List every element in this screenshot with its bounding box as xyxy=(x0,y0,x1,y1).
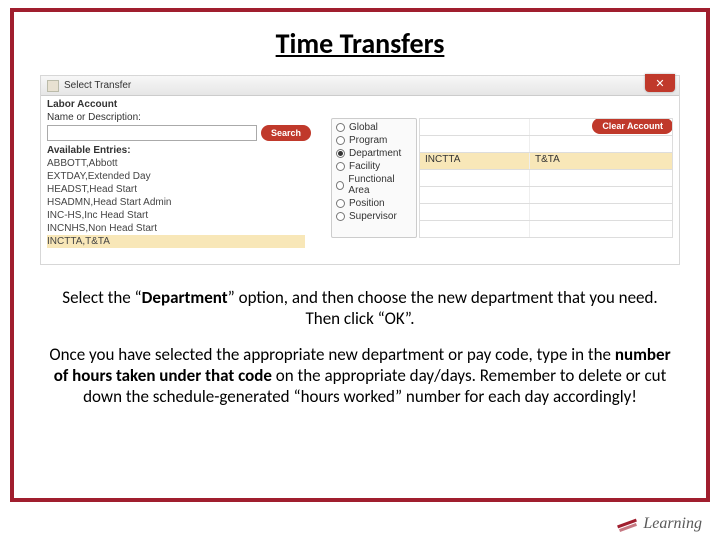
table-row-selected[interactable]: INCTTAT&TA xyxy=(419,153,673,170)
instructions: Select the “Department” option, and then… xyxy=(48,287,672,407)
select-transfer-dialog: Select Transfer ✕ Labor Account Name or … xyxy=(40,75,680,265)
entry-list: ABBOTT,Abbott EXTDAY,Extended Day HEADST… xyxy=(41,157,311,248)
search-input[interactable] xyxy=(47,125,257,141)
radio-functional-area[interactable]: Functional Area xyxy=(332,173,416,197)
section-label: Labor Account xyxy=(41,96,679,111)
instruction-paragraph: Select the “Department” option, and then… xyxy=(48,287,672,330)
radio-facility[interactable]: Facility xyxy=(332,160,416,173)
search-button[interactable]: Search xyxy=(261,125,311,141)
radio-program[interactable]: Program xyxy=(332,134,416,147)
page-title: Time Transfers xyxy=(14,26,706,61)
dialog-title: Select Transfer xyxy=(64,80,131,91)
list-item-selected[interactable]: INCTTA,T&TA xyxy=(47,235,305,248)
radio-supervisor[interactable]: Supervisor xyxy=(332,210,416,223)
radio-icon xyxy=(336,162,345,171)
slide-frame: Time Transfers Select Transfer ✕ Labor A… xyxy=(10,8,710,502)
close-icon: ✕ xyxy=(655,77,664,90)
radio-icon xyxy=(336,149,345,158)
table-row xyxy=(419,204,673,221)
dialog-body: Labor Account Name or Description: Searc… xyxy=(41,96,679,266)
list-item[interactable]: HSADMN,Head Start Admin xyxy=(47,196,305,209)
radio-icon xyxy=(336,199,345,208)
logo-text: Learning xyxy=(643,515,702,533)
table-row xyxy=(419,118,673,136)
radio-global[interactable]: Global xyxy=(332,121,416,134)
list-item[interactable]: EXTDAY,Extended Day xyxy=(47,170,305,183)
category-radio-panel: Global Program Department Facility Funct… xyxy=(331,118,417,238)
result-grid: INCTTAT&TA xyxy=(419,118,673,238)
list-item[interactable]: HEADST,Head Start xyxy=(47,183,305,196)
radio-icon xyxy=(336,181,344,190)
list-item[interactable]: ABBOTT,Abbott xyxy=(47,157,305,170)
logo-mark-icon xyxy=(615,514,639,534)
radio-icon xyxy=(336,136,345,145)
radio-icon xyxy=(336,212,345,221)
table-row xyxy=(419,136,673,153)
table-row xyxy=(419,170,673,187)
footer-logo: Learning xyxy=(615,514,702,534)
list-item[interactable]: INCNHS,Non Head Start xyxy=(47,222,305,235)
app-icon xyxy=(47,80,59,92)
instruction-paragraph: Once you have selected the appropriate n… xyxy=(48,344,672,408)
table-row xyxy=(419,187,673,204)
list-item[interactable]: INC-HS,Inc Head Start xyxy=(47,209,305,222)
close-button[interactable]: ✕ xyxy=(645,74,675,92)
radio-department[interactable]: Department xyxy=(332,147,416,160)
radio-icon xyxy=(336,123,345,132)
table-row xyxy=(419,221,673,238)
dialog-titlebar: Select Transfer ✕ xyxy=(41,76,679,96)
radio-position[interactable]: Position xyxy=(332,197,416,210)
